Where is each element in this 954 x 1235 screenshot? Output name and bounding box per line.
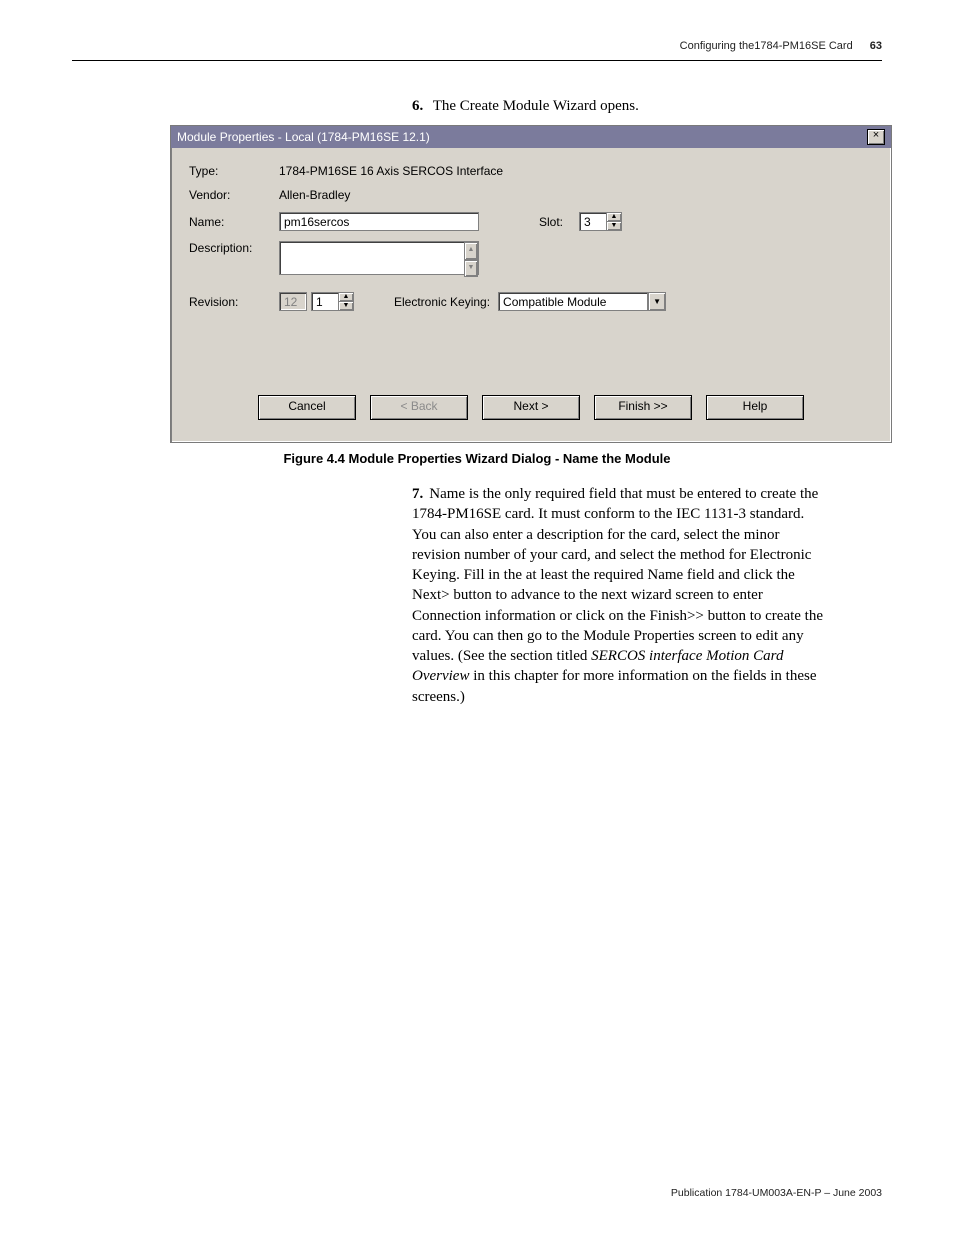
slot-input[interactable] [579,212,607,231]
dialog-body: Type: 1784-PM16SE 16 Axis SERCOS Interfa… [171,148,891,442]
type-value: 1784-PM16SE 16 Axis SERCOS Interface [279,164,503,178]
name-input[interactable] [279,212,479,231]
dialog-titlebar: Module Properties - Local (1784-PM16SE 1… [171,126,891,148]
cancel-button[interactable]: Cancel [258,395,356,420]
chevron-down-icon[interactable]: ▼ [648,292,666,311]
rev-minor-spinner[interactable]: ▲ ▼ [311,292,354,311]
desc-scroll-up-icon[interactable]: ▲ [464,242,478,260]
description-input[interactable] [279,241,479,275]
module-properties-dialog: Module Properties - Local (1784-PM16SE 1… [170,125,892,443]
rev-spin-down-icon[interactable]: ▼ [339,302,353,310]
dialog-title: Module Properties - Local (1784-PM16SE 1… [177,130,430,144]
running-header: Configuring the1784-PM16SE Card 63 [680,40,882,52]
ekeying-label: Electronic Keying: [394,295,490,309]
slot-spin-down-icon[interactable]: ▼ [607,222,621,230]
step-7-text-a: Name is the only required field that mus… [412,486,823,664]
step-7-number: 7. [412,486,423,502]
close-icon[interactable]: × [867,129,885,145]
back-button[interactable]: < Back [370,395,468,420]
vendor-value: Allen-Bradley [279,188,350,202]
step-6: 6. The Create Module Wizard opens. [412,98,882,115]
step-7-text-b: in this chapter for more information on … [412,668,816,704]
slot-label: Slot: [539,215,579,229]
next-button[interactable]: Next > [482,395,580,420]
slot-spinner[interactable]: ▲ ▼ [579,212,622,231]
finish-button[interactable]: Finish >> [594,395,692,420]
revision-label: Revision: [189,295,279,309]
type-label: Type: [189,164,279,178]
help-button[interactable]: Help [706,395,804,420]
page-number: 63 [870,40,882,52]
step-7: 7.Name is the only required field that m… [412,484,826,707]
ekeying-value[interactable] [498,292,648,311]
rev-minor-input[interactable] [311,292,339,311]
figure-caption: Figure 4.4 Module Properties Wizard Dial… [72,451,882,466]
rev-major-input [279,292,307,311]
ekeying-dropdown[interactable]: ▼ [498,292,666,311]
publication-footer: Publication 1784-UM003A-EN-P – June 2003 [671,1187,882,1199]
step-6-number: 6. [412,98,423,114]
name-label: Name: [189,215,279,229]
dialog-button-row: Cancel < Back Next > Finish >> Help [189,381,873,426]
header-text: Configuring the1784-PM16SE Card [680,40,853,52]
step-6-text: The Create Module Wizard opens. [433,98,639,114]
description-label: Description: [189,241,279,255]
desc-scroll-down-icon[interactable]: ▼ [464,260,478,278]
slot-spin-up-icon[interactable]: ▲ [607,213,621,222]
header-rule [72,60,882,61]
rev-spin-up-icon[interactable]: ▲ [339,293,353,302]
vendor-label: Vendor: [189,188,279,202]
